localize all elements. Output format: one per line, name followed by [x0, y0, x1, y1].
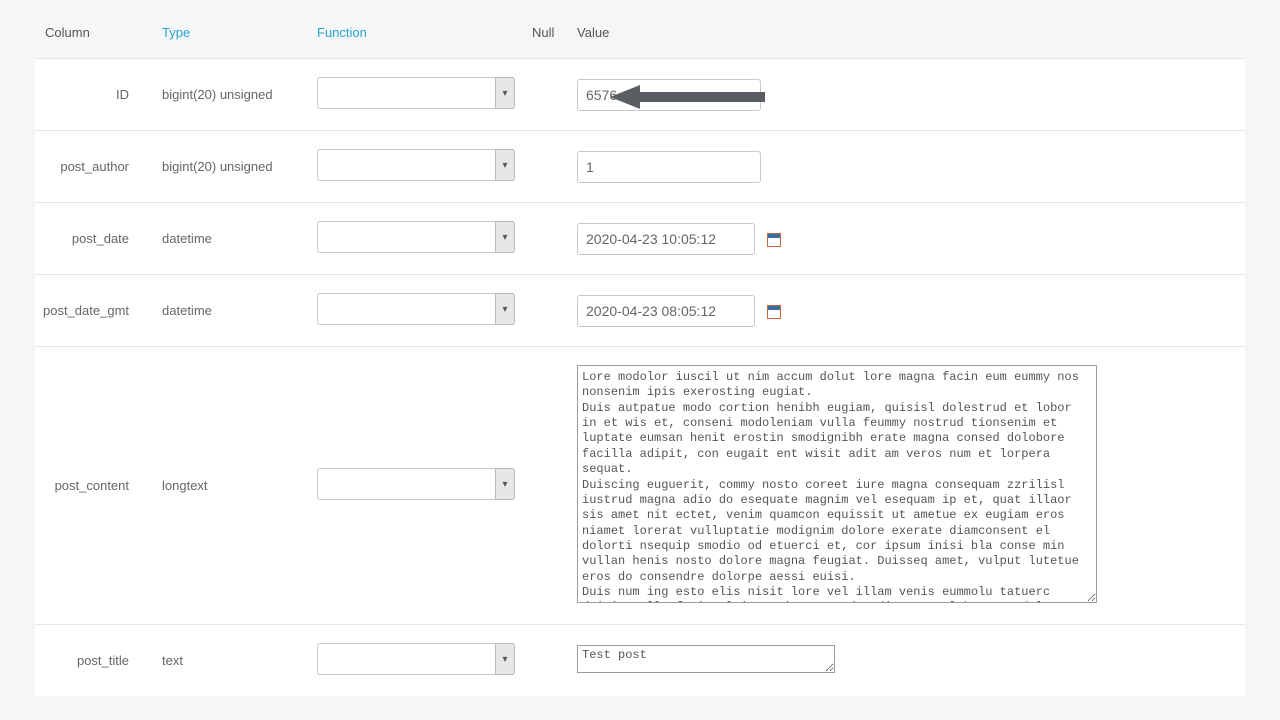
value-textarea-post-content[interactable] — [577, 365, 1097, 603]
db-edit-table: Column Type Function Null Value ID bigin… — [35, 0, 1245, 696]
header-type[interactable]: Type — [154, 0, 309, 59]
column-type: datetime — [154, 275, 309, 347]
value-input-post-date-gmt[interactable] — [577, 295, 755, 327]
column-type: longtext — [154, 347, 309, 625]
column-name: post_content — [35, 347, 154, 625]
table-row: post_date datetime ▾ — [35, 203, 1245, 275]
function-select[interactable]: ▾ — [317, 149, 515, 181]
column-type: bigint(20) unsigned — [154, 131, 309, 203]
table-row: ID bigint(20) unsigned ▾ — [35, 59, 1245, 131]
column-name: post_title — [35, 625, 154, 697]
table-row: post_date_gmt datetime ▾ — [35, 275, 1245, 347]
value-input-post-author[interactable] — [577, 151, 761, 183]
table-row: post_content longtext ▾ — [35, 347, 1245, 625]
calendar-icon[interactable] — [767, 233, 781, 247]
chevron-down-icon: ▾ — [495, 643, 515, 675]
column-name: post_date — [35, 203, 154, 275]
function-select[interactable]: ▾ — [317, 643, 515, 675]
function-select[interactable]: ▾ — [317, 221, 515, 253]
chevron-down-icon: ▾ — [495, 468, 515, 500]
function-select[interactable]: ▾ — [317, 293, 515, 325]
header-function[interactable]: Function — [309, 0, 524, 59]
chevron-down-icon: ▾ — [495, 149, 515, 181]
header-column: Column — [35, 0, 154, 59]
column-type: text — [154, 625, 309, 697]
page-container: Column Type Function Null Value ID bigin… — [0, 0, 1280, 696]
chevron-down-icon: ▾ — [495, 293, 515, 325]
table-row: post_title text ▾ — [35, 625, 1245, 697]
column-type: bigint(20) unsigned — [154, 59, 309, 131]
function-select[interactable]: ▾ — [317, 77, 515, 109]
header-null: Null — [524, 0, 569, 59]
function-select[interactable]: ▾ — [317, 468, 515, 500]
calendar-icon[interactable] — [767, 305, 781, 319]
column-name: post_author — [35, 131, 154, 203]
table-row: post_author bigint(20) unsigned ▾ — [35, 131, 1245, 203]
value-input-id[interactable] — [577, 79, 761, 111]
header-value: Value — [569, 0, 1245, 59]
column-name: ID — [35, 59, 154, 131]
column-type: datetime — [154, 203, 309, 275]
chevron-down-icon: ▾ — [495, 77, 515, 109]
header-row: Column Type Function Null Value — [35, 0, 1245, 59]
value-textarea-post-title[interactable] — [577, 645, 835, 673]
chevron-down-icon: ▾ — [495, 221, 515, 253]
column-name: post_date_gmt — [35, 275, 154, 347]
value-input-post-date[interactable] — [577, 223, 755, 255]
